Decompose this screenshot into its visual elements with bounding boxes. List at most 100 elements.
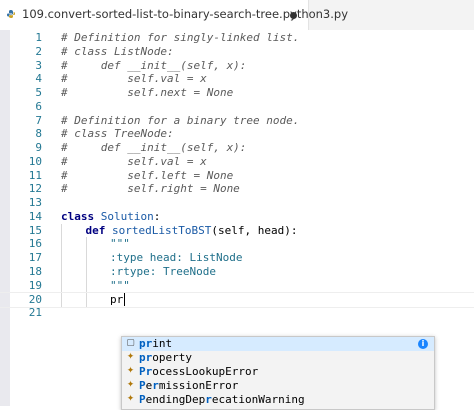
line-number: 19 xyxy=(28,278,42,292)
match-highlight: r xyxy=(152,379,159,392)
indent-guide xyxy=(61,278,62,293)
match-highlight: pr xyxy=(139,351,153,364)
symbol-class-icon: ✦ xyxy=(126,394,135,404)
code-text: # self.val = x xyxy=(61,154,207,168)
code-line[interactable]: 16 """ xyxy=(0,237,474,252)
suggestion-text: operty xyxy=(152,351,192,364)
suggestion-item[interactable]: ▢ print xyxy=(122,337,434,351)
line-number: 8 xyxy=(35,127,42,141)
code-text: class Solution: xyxy=(61,210,160,224)
symbol-class-icon: ✦ xyxy=(126,380,135,390)
code-text: # class ListNode: xyxy=(61,44,174,58)
code-line[interactable]: 1 # Definition for singly-linked list. xyxy=(0,31,474,45)
line-number: 1 xyxy=(35,31,42,44)
suggestion-widget[interactable]: ▢ print ✦ property ✦ ProcessLookupError ✦ Permi… xyxy=(121,336,435,410)
plain-token: (self, head): xyxy=(211,223,298,237)
match-highlight: r xyxy=(205,393,212,406)
code-line[interactable]: 14 class Solution: xyxy=(0,210,474,224)
identifier-token: sortedListToBST xyxy=(112,223,212,237)
indent-guide xyxy=(61,237,62,252)
suggestion-label: ProcessLookupError xyxy=(139,365,258,379)
code-line[interactable]: 8 # class TreeNode: xyxy=(0,127,474,141)
indent-guide xyxy=(61,264,62,279)
code-text: # class TreeNode: xyxy=(61,127,174,141)
code-line[interactable]: 3 # def __init__(self, x): xyxy=(0,59,474,73)
suggestion-label: property xyxy=(139,351,192,365)
line-number: 15 xyxy=(28,223,42,237)
code-line[interactable]: 10 # self.val = x xyxy=(0,155,474,169)
code-line[interactable]: 17:type head: ListNode xyxy=(0,251,474,265)
code-editor[interactable]: 1 # Definition for singly-linked list. 2 # … xyxy=(0,30,474,410)
code-line[interactable]: 5 # self.next = None xyxy=(0,86,474,100)
indent-guide xyxy=(85,278,87,293)
code-text: # self.val = x xyxy=(61,72,207,86)
line-number: 5 xyxy=(35,86,42,99)
python-file-icon xyxy=(7,10,15,18)
code-line[interactable]: 15 def sortedListToBST(self, head): xyxy=(0,223,474,238)
match-highlight: P xyxy=(139,393,146,406)
symbol-class-icon: ✦ xyxy=(126,366,135,376)
identifier-token: Solution xyxy=(100,209,154,223)
code-text: # self.next = None xyxy=(61,86,234,99)
line-number: 21 xyxy=(28,306,42,319)
unsaved-changes-dot[interactable] xyxy=(290,12,297,19)
suggestion-text: ocessLookupError xyxy=(152,365,259,378)
suggestion-item[interactable]: ✦ property xyxy=(122,351,434,365)
keyword-token: def xyxy=(85,223,106,237)
line-number: 13 xyxy=(28,196,42,209)
keyword-token: class xyxy=(61,209,95,223)
code-text: def sortedListToBST(self, head): xyxy=(86,224,298,238)
code-line[interactable]: 7 # Definition for a binary tree node. xyxy=(0,114,474,128)
indent-guide xyxy=(61,251,62,265)
code-text: # def __init__(self, x): xyxy=(61,141,247,154)
code-text: # Definition for a binary tree node. xyxy=(61,113,300,127)
suggestion-label: PendingDeprecationWarning xyxy=(139,393,305,407)
code-line[interactable]: 2 # class ListNode: xyxy=(0,45,474,59)
plain-token: : xyxy=(153,209,161,223)
tab-title: 109.convert-sorted-list-to-binary-search… xyxy=(22,7,349,21)
code-text: """ xyxy=(110,237,130,251)
indent-guide xyxy=(85,251,87,265)
info-icon[interactable]: i xyxy=(418,339,428,349)
symbol-class-icon: ✦ xyxy=(126,352,135,362)
match-highlight: P xyxy=(139,379,146,392)
code-line[interactable]: 13 xyxy=(0,196,474,210)
code-text: :type head: ListNode xyxy=(110,251,243,264)
indent-guide xyxy=(61,223,62,238)
suggestion-text: endingDep xyxy=(145,393,206,406)
indent-guide xyxy=(85,264,87,279)
code-line[interactable]: 12 # self.right = None xyxy=(0,182,474,196)
code-line[interactable]: 4 # self.val = x xyxy=(0,72,474,86)
code-text: # Definition for singly-linked list. xyxy=(61,31,300,44)
suggestion-text: missionError xyxy=(158,379,239,392)
match-highlight: Pr xyxy=(139,365,153,378)
line-number: 2 xyxy=(35,44,42,58)
code-line[interactable]: 9 # def __init__(self, x): xyxy=(0,141,474,155)
code-line[interactable]: 18:rtype: TreeNode xyxy=(0,264,474,279)
editor-tab[interactable]: 109.convert-sorted-list-to-binary-search… xyxy=(0,0,348,30)
code-line[interactable]: 6 xyxy=(0,100,474,114)
code-text: # self.left = None xyxy=(61,168,234,182)
suggestion-label: PermissionError xyxy=(139,379,238,393)
suggestion-item[interactable]: ✦ PermissionError xyxy=(122,379,434,393)
line-number: 10 xyxy=(28,154,42,168)
code-line[interactable]: 21 xyxy=(0,306,474,320)
code-line[interactable]: 11 # self.left = None xyxy=(0,169,474,183)
match-highlight: pr xyxy=(139,337,153,350)
suggestion-label: print xyxy=(139,337,172,351)
symbol-keyword-icon: ▢ xyxy=(126,338,135,348)
indent-guide xyxy=(85,237,87,252)
line-number: 3 xyxy=(35,58,42,72)
line-number: 6 xyxy=(35,99,42,113)
code-line[interactable]: 19 """ xyxy=(0,278,474,293)
suggestion-text: int xyxy=(152,337,173,350)
line-number: 12 xyxy=(28,182,42,196)
line-number: 4 xyxy=(35,72,42,86)
line-number: 14 xyxy=(28,209,42,223)
code-text: # self.right = None xyxy=(61,182,240,196)
suggestion-text: ecationWarning xyxy=(211,393,305,406)
text-cursor xyxy=(124,293,125,307)
suggestion-item[interactable]: ✦ ProcessLookupError xyxy=(122,365,434,379)
suggestion-item[interactable]: ✦ PendingDeprecationWarning xyxy=(122,393,434,407)
line-number: 7 xyxy=(35,113,42,127)
